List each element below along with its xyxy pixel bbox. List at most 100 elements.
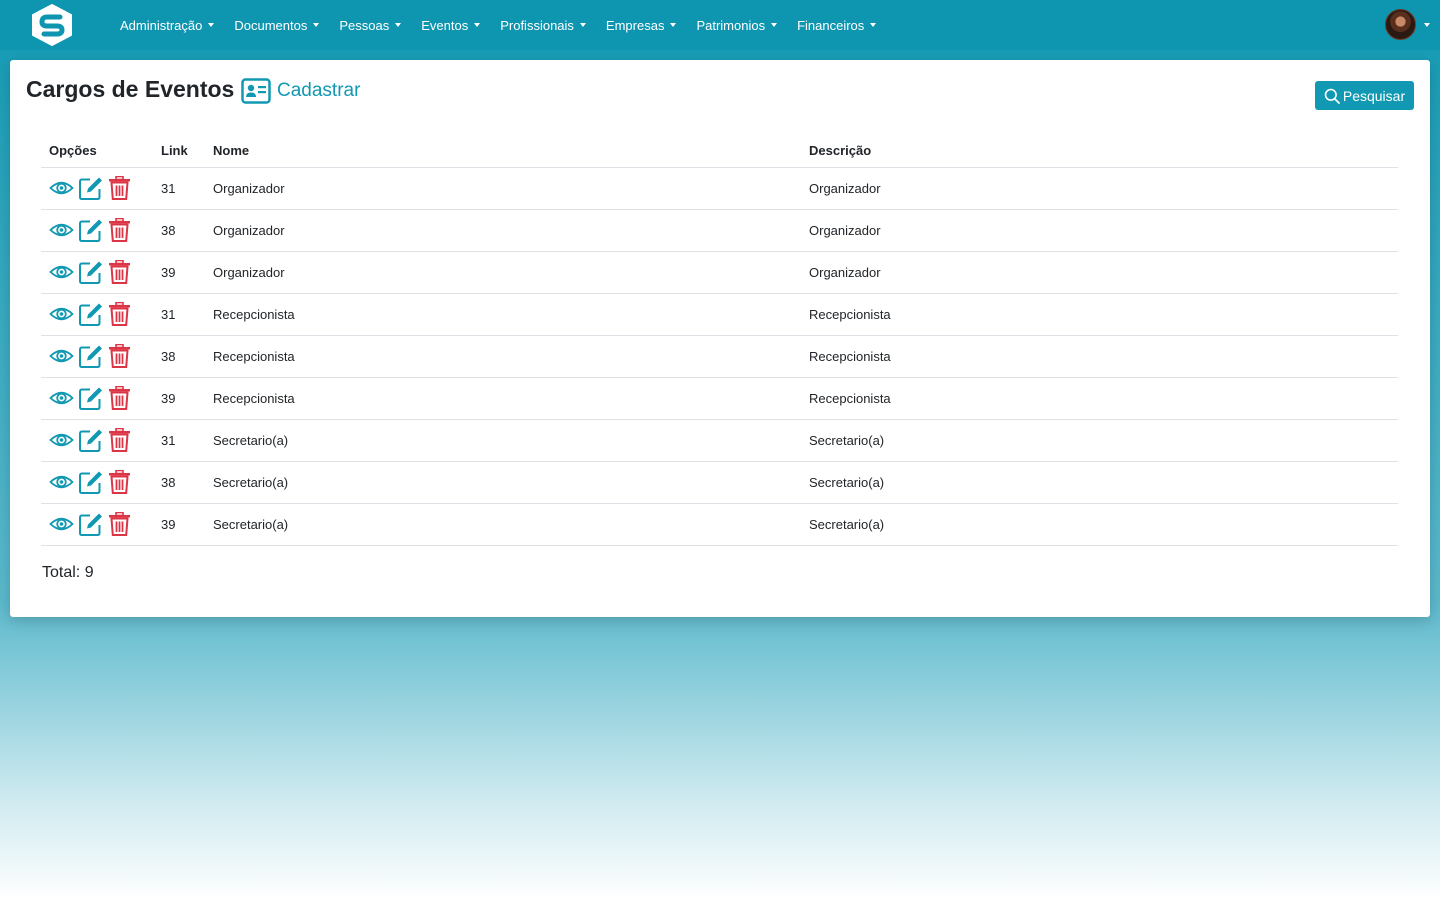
user-menu[interactable]: [1385, 9, 1430, 40]
logo-icon: [32, 4, 72, 46]
row-options: [41, 461, 161, 504]
caret-down-icon: [313, 23, 320, 27]
table-row: 38 Recepcionista Recepcionista: [41, 335, 1398, 378]
caret-down-icon: [579, 23, 586, 27]
row-name: Recepcionista: [205, 335, 801, 378]
menu-pessoas[interactable]: Pessoas: [329, 18, 411, 33]
table-row: 39 Organizador Organizador: [41, 251, 1398, 294]
menu-label: Eventos: [421, 17, 469, 33]
menu-administracao[interactable]: Administração: [110, 18, 224, 33]
search-icon: [1324, 88, 1340, 104]
table-row: 31 Secretario(a) Secretario(a): [41, 419, 1398, 462]
eye-icon[interactable]: [49, 428, 74, 452]
row-description: Organizador: [801, 251, 1398, 294]
caret-down-icon: [474, 23, 481, 27]
row-name: Secretario(a): [205, 503, 801, 546]
row-name: Organizador: [205, 251, 801, 294]
row-description: Recepcionista: [801, 293, 1398, 336]
edit-icon[interactable]: [78, 260, 103, 284]
eye-icon[interactable]: [49, 260, 74, 284]
avatar[interactable]: [1385, 9, 1416, 40]
eye-icon[interactable]: [49, 344, 74, 368]
row-link: 31: [161, 293, 205, 336]
row-link: 39: [161, 251, 205, 294]
row-name: Recepcionista: [205, 377, 801, 420]
row-description: Secretario(a): [801, 503, 1398, 546]
row-description: Organizador: [801, 167, 1398, 210]
table-body: 31 Organizador Organizador 38 Organizador Org…: [41, 167, 1398, 546]
menu-label: Profissionais: [500, 17, 574, 33]
eye-icon[interactable]: [49, 218, 74, 242]
edit-icon[interactable]: [78, 386, 103, 410]
caret-down-icon: [670, 23, 677, 27]
create-link[interactable]: Cadastrar: [241, 78, 360, 104]
main-menu: Administração Documentos Pessoas Eventos…: [110, 0, 886, 50]
edit-icon[interactable]: [78, 470, 103, 494]
menu-label: Financeiros: [797, 17, 865, 33]
id-card-icon: [241, 78, 271, 104]
menu-label: Documentos: [234, 17, 308, 33]
trash-icon[interactable]: [107, 218, 132, 242]
row-description: Organizador: [801, 209, 1398, 252]
total-count: Total: 9: [42, 564, 94, 581]
row-description: Recepcionista: [801, 377, 1398, 420]
brand-logo[interactable]: [30, 4, 74, 46]
edit-icon[interactable]: [78, 302, 103, 326]
header-name[interactable]: Nome: [205, 135, 801, 168]
row-name: Secretario(a): [205, 461, 801, 504]
search-button[interactable]: Pesquisar: [1315, 81, 1414, 110]
caret-down-icon: [208, 23, 215, 27]
trash-icon[interactable]: [107, 470, 132, 494]
table-row: 39 Recepcionista Recepcionista: [41, 377, 1398, 420]
caret-down-icon: [395, 23, 402, 27]
menu-label: Empresas: [605, 17, 665, 33]
row-link: 39: [161, 377, 205, 420]
table-row: 38 Secretario(a) Secretario(a): [41, 461, 1398, 504]
edit-icon[interactable]: [78, 176, 103, 200]
menu-eventos[interactable]: Eventos: [411, 18, 490, 33]
row-options: [41, 251, 161, 294]
menu-profissionais[interactable]: Profissionais: [490, 18, 596, 33]
trash-icon[interactable]: [107, 344, 132, 368]
edit-icon[interactable]: [78, 344, 103, 368]
table-row: 39 Secretario(a) Secretario(a): [41, 503, 1398, 546]
row-description: Secretario(a): [801, 419, 1398, 462]
row-options: [41, 503, 161, 546]
edit-icon[interactable]: [78, 512, 103, 536]
menu-financeiros[interactable]: Financeiros: [787, 18, 886, 33]
eye-icon[interactable]: [49, 302, 74, 326]
row-name: Organizador: [205, 209, 801, 252]
row-options: [41, 209, 161, 252]
edit-icon[interactable]: [78, 428, 103, 452]
eye-icon[interactable]: [49, 386, 74, 410]
header-options: Opções: [41, 135, 161, 168]
trash-icon[interactable]: [107, 176, 132, 200]
eye-icon[interactable]: [49, 512, 74, 536]
row-name: Organizador: [205, 167, 801, 210]
row-options: [41, 167, 161, 210]
menu-documentos[interactable]: Documentos: [224, 18, 329, 33]
page-title: Cargos de Eventos: [26, 76, 235, 102]
header-description[interactable]: Descrição: [801, 135, 1398, 168]
caret-down-icon: [870, 23, 877, 27]
table-row: 38 Organizador Organizador: [41, 209, 1398, 252]
caret-down-icon: [1424, 22, 1430, 27]
trash-icon[interactable]: [107, 428, 132, 452]
menu-patrimonios[interactable]: Patrimonios: [686, 18, 787, 33]
row-name: Recepcionista: [205, 293, 801, 336]
row-link: 31: [161, 419, 205, 462]
eye-icon[interactable]: [49, 176, 74, 200]
menu-label: Pessoas: [339, 17, 390, 33]
header-link[interactable]: Link: [161, 135, 205, 168]
edit-icon[interactable]: [78, 218, 103, 242]
menu-label: Patrimonios: [696, 17, 766, 33]
trash-icon[interactable]: [107, 512, 132, 536]
table-header-row: Opções Link Nome Descrição: [41, 135, 1398, 168]
menu-empresas[interactable]: Empresas: [596, 18, 687, 33]
trash-icon[interactable]: [107, 260, 132, 284]
create-label: Cadastrar: [277, 80, 361, 101]
trash-icon[interactable]: [107, 386, 132, 410]
trash-icon[interactable]: [107, 302, 132, 326]
eye-icon[interactable]: [49, 470, 74, 494]
content-card: Cargos de Eventos Cadastrar Pesquisar Op…: [10, 60, 1430, 617]
